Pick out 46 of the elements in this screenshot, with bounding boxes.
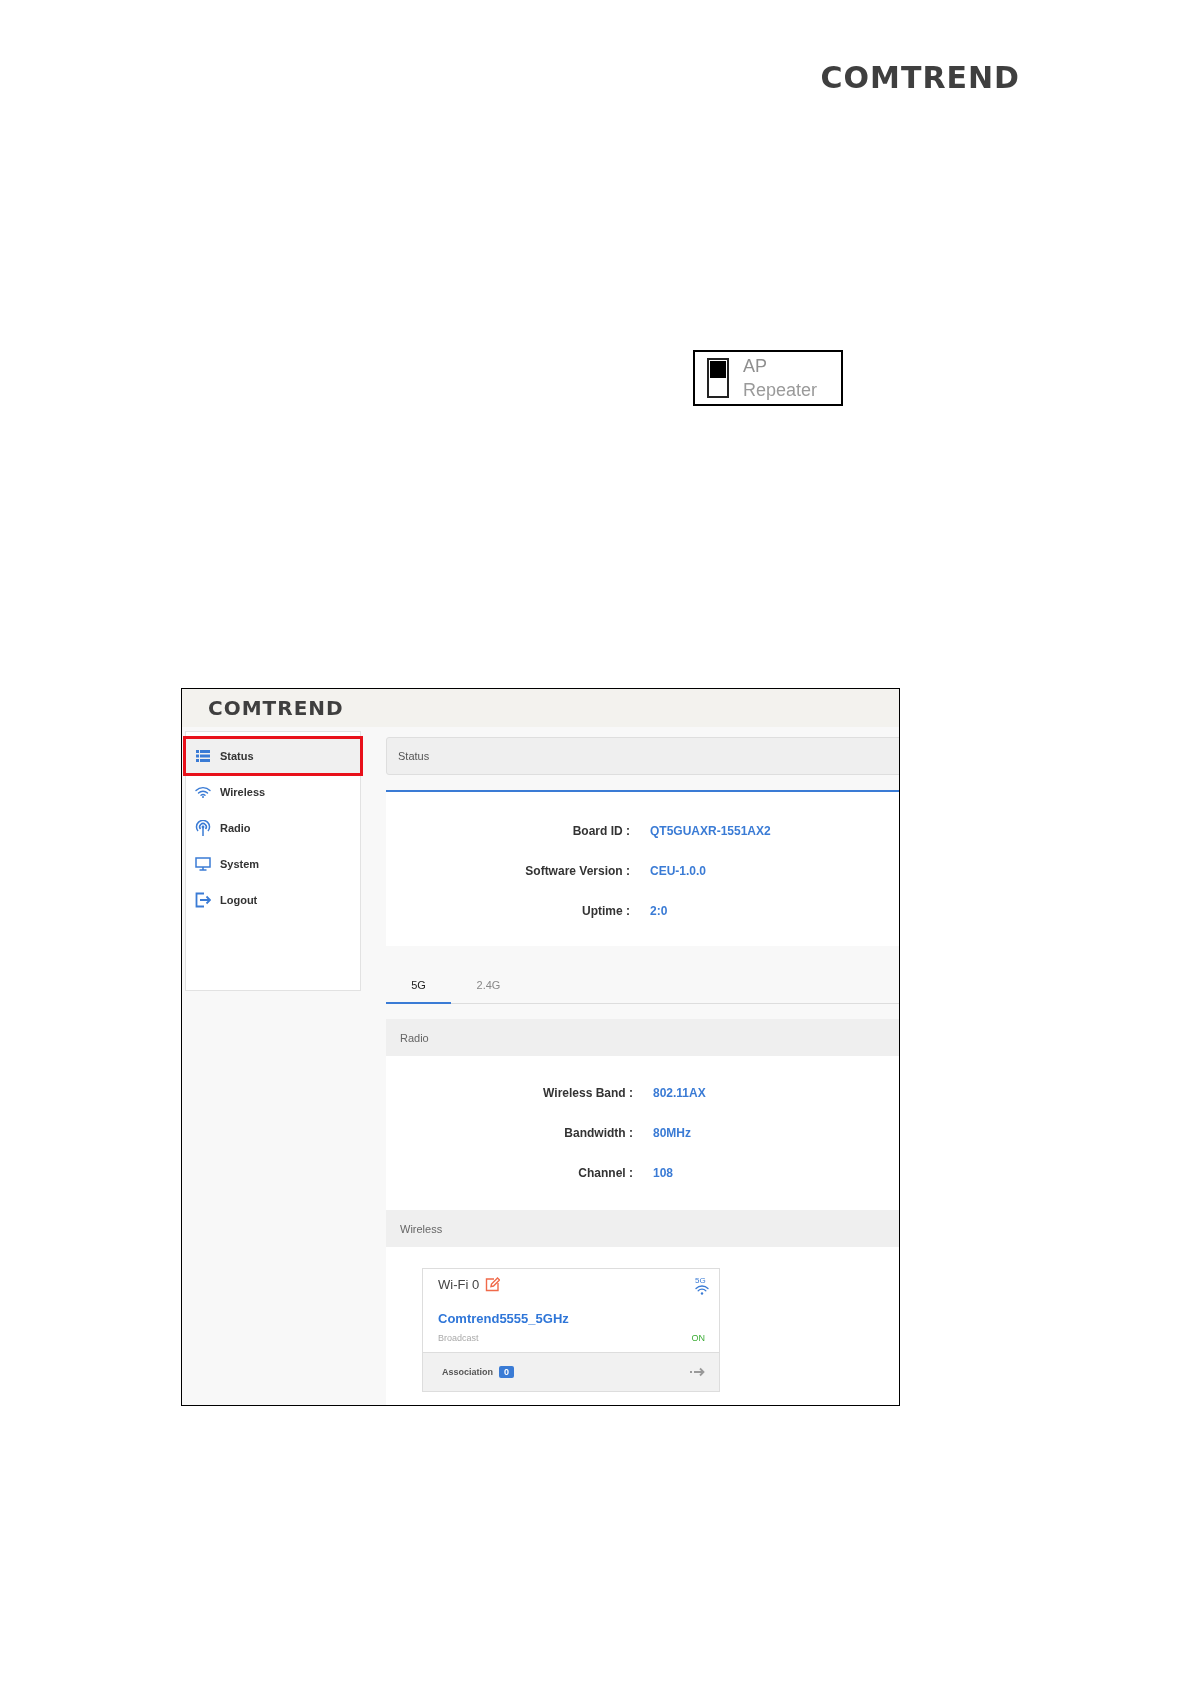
sidebar-label: Logout — [220, 894, 258, 906]
field-label: Uptime : — [581, 904, 630, 918]
list-icon — [196, 750, 210, 762]
field-label: Software Version : — [524, 864, 630, 878]
sidebar-item[interactable]: Wireless — [185, 774, 361, 810]
monitor-icon — [195, 857, 211, 871]
field-label: Board ID : — [571, 824, 630, 838]
wifi-icon — [195, 786, 211, 798]
section-header: Status — [386, 737, 899, 775]
field-label: Bandwidth : — [563, 1126, 633, 1140]
toggle-switch[interactable] — [707, 358, 729, 398]
sidebar-item[interactable]: Status — [185, 738, 361, 774]
section-header: Wireless — [386, 1210, 899, 1247]
field-value: 108 — [653, 1166, 674, 1180]
sidebar-label: System — [220, 858, 260, 870]
field-value: CEU-1.0.0 — [650, 864, 707, 878]
tab[interactable]: 5G — [386, 968, 451, 1004]
sidebar-item[interactable]: Radio — [185, 810, 361, 846]
association-label: Association — [442, 1367, 493, 1377]
field-label: Channel : — [577, 1166, 633, 1180]
sidebar-item[interactable]: System — [185, 846, 361, 882]
field-label: Wireless Band : — [542, 1086, 633, 1100]
broadcast-label: Broadcast — [438, 1333, 479, 1343]
field-value: 802.11AX — [653, 1086, 706, 1100]
wifi-icon — [695, 1285, 709, 1295]
broadcast-status: ON — [691, 1333, 705, 1343]
logo: COMTREND — [820, 63, 1020, 93]
sidebar-item[interactable]: Logout — [185, 882, 361, 918]
logout-icon — [195, 892, 211, 908]
field-value: 2:0 — [650, 904, 668, 918]
card-title: Wi-Fi 0 — [438, 1277, 480, 1292]
sidebar-label: Radio — [220, 822, 251, 834]
field-value: QT5GUAXR-1551AX2 — [650, 824, 771, 838]
mode-label: Repeater — [743, 379, 818, 402]
sidebar-label: Status — [220, 750, 254, 762]
section-header: Radio — [386, 1019, 899, 1056]
mode-label: AP — [743, 355, 768, 378]
band-label: 5G — [695, 1277, 706, 1285]
network-name: Comtrend5555_5GHz — [438, 1311, 569, 1326]
antenna-icon — [195, 820, 211, 836]
sidebar-label: Wireless — [220, 786, 266, 798]
arrow-icon[interactable] — [689, 1367, 705, 1377]
logo: COMTREND — [208, 697, 344, 718]
count-badge: 0 — [499, 1366, 515, 1378]
field-value: 80MHz — [653, 1126, 691, 1140]
edit-icon[interactable] — [485, 1277, 501, 1292]
